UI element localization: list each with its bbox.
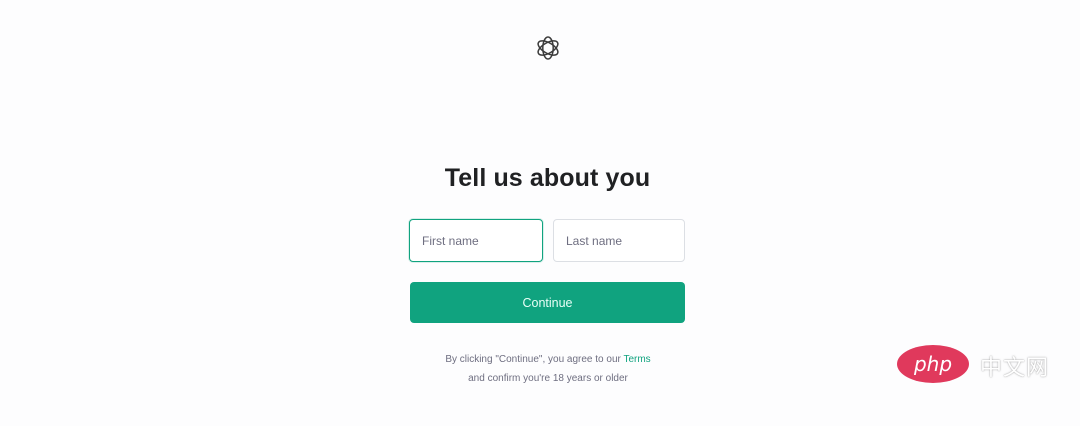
terms-link[interactable]: Terms <box>623 354 650 365</box>
openai-logo-icon <box>537 36 559 60</box>
legal-notice: By clicking "Continue", you agree to our… <box>380 350 716 388</box>
php-logo: php <box>897 345 969 383</box>
legal-text-age: and confirm you're 18 years or older <box>468 373 628 384</box>
signup-page: Tell us about you Continue By clicking "… <box>0 0 1080 426</box>
first-name-field[interactable] <box>409 219 543 262</box>
legal-text-prefix: By clicking "Continue", you agree to our <box>445 354 624 365</box>
php-cn-watermark: php 中文网 <box>896 344 1066 384</box>
page-title: Tell us about you <box>444 164 651 192</box>
name-fields-row <box>409 219 685 262</box>
last-name-field[interactable] <box>553 219 685 262</box>
continue-button[interactable]: Continue <box>410 282 685 323</box>
watermark-cn-text: 中文网 <box>980 356 1050 381</box>
php-logo-text: php <box>913 352 952 376</box>
